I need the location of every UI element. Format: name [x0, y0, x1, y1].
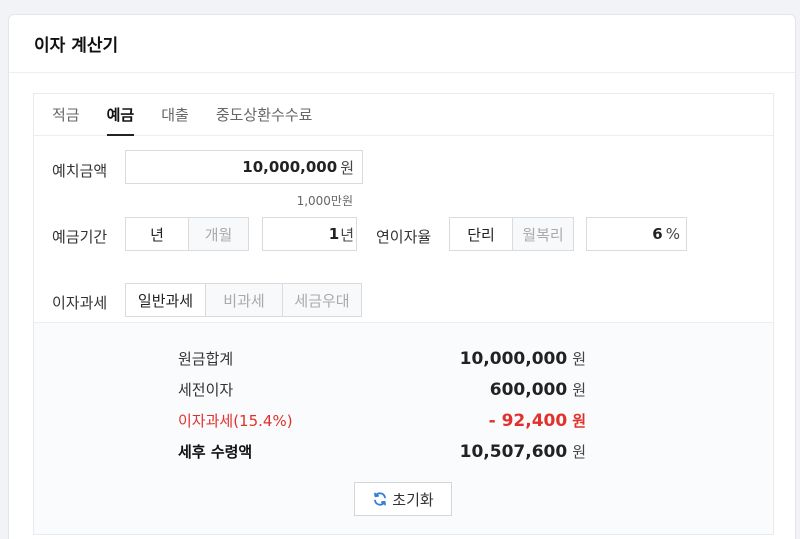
result-label: 원금합계 — [178, 349, 234, 368]
tax-preferential-option[interactable]: 세금우대 — [283, 283, 362, 317]
result-value: 600,000 원 — [490, 379, 586, 400]
result-number: 10,507,600 — [459, 441, 568, 462]
result-unit: 원 — [572, 380, 586, 399]
deposit-amount-input[interactable]: 10,000,000 원 — [125, 150, 363, 184]
tab-installment-savings[interactable]: 적금 — [52, 94, 80, 135]
period-unit-toggle: 년 개월 — [125, 217, 249, 251]
reset-button[interactable]: 초기화 — [354, 482, 452, 516]
interest-rate-value: 6 — [652, 225, 663, 243]
result-value: 10,000,000 원 — [460, 348, 586, 369]
result-value: 10,507,600 원 — [460, 441, 586, 462]
period-value: 1 — [328, 225, 340, 243]
result-row-pretax-interest: 세전이자 600,000 원 — [178, 379, 586, 400]
interest-rate-input[interactable]: 6 % — [586, 217, 687, 251]
reset-button-label: 초기화 — [392, 490, 434, 509]
calculator-tabs: 적금 예금 대출 중도상환수수료 — [34, 94, 773, 136]
result-row-interest-tax: 이자과세(15.4%) - 92,400 원 — [178, 410, 586, 431]
deposit-amount-label: 예치금액 — [52, 162, 108, 180]
simple-interest-option[interactable]: 단리 — [449, 217, 513, 251]
period-unit-year-option[interactable]: 년 — [125, 217, 189, 251]
deposit-amount-value: 10,000,000 — [242, 158, 338, 176]
calculator-panel: 적금 예금 대출 중도상환수수료 예치금액 10,000,000 원 1,000… — [33, 93, 774, 535]
result-number: 600,000 — [489, 379, 568, 400]
tab-deposit[interactable]: 예금 — [106, 94, 134, 136]
refresh-icon — [374, 492, 387, 506]
monthly-compound-option[interactable]: 월복리 — [513, 217, 574, 251]
result-panel: 원금합계 10,000,000 원 세전이자 600,000 원 이자과세(15.4… — [34, 322, 773, 534]
deposit-amount-hint: 1,000만원 — [296, 194, 353, 208]
result-unit: 원 — [572, 442, 586, 461]
interest-rate-unit: % — [665, 225, 680, 243]
tax-exempt-option[interactable]: 비과세 — [206, 283, 283, 317]
input-form: 예치금액 10,000,000 원 1,000만원 예금기간 년 개월 1 년 … — [34, 136, 773, 322]
result-unit: 원 — [572, 349, 586, 368]
tax-type-toggle: 일반과세 비과세 세금우대 — [125, 283, 362, 317]
period-unit: 년 — [340, 225, 354, 244]
result-row-principal: 원금합계 10,000,000 원 — [178, 348, 586, 369]
interest-type-toggle: 단리 월복리 — [449, 217, 574, 251]
result-label: 이자과세(15.4%) — [178, 411, 293, 430]
period-input[interactable]: 1 년 — [262, 217, 357, 251]
tab-prepayment-fee[interactable]: 중도상환수수료 — [216, 94, 313, 135]
result-number: - 92,400 — [488, 410, 568, 431]
tab-loan[interactable]: 대출 — [161, 94, 189, 135]
result-number: 10,000,000 — [459, 348, 568, 369]
interest-rate-label: 연이자율 — [376, 228, 432, 246]
tax-general-option[interactable]: 일반과세 — [125, 283, 206, 317]
period-unit-month-option[interactable]: 개월 — [189, 217, 249, 251]
interest-calculator-card: 이자 계산기 적금 예금 대출 중도상환수수료 예치금액 10,000,000 … — [8, 14, 796, 539]
result-unit: 원 — [572, 411, 586, 430]
deposit-amount-unit: 원 — [340, 158, 354, 177]
period-label: 예금기간 — [52, 228, 108, 246]
result-label: 세후 수령액 — [178, 442, 253, 461]
card-header: 이자 계산기 — [9, 15, 795, 73]
tax-type-label: 이자과세 — [52, 294, 108, 312]
result-value: - 92,400 원 — [489, 410, 586, 431]
page-title: 이자 계산기 — [34, 36, 119, 56]
result-label: 세전이자 — [178, 380, 234, 399]
result-row-after-tax: 세후 수령액 10,507,600 원 — [178, 441, 586, 462]
